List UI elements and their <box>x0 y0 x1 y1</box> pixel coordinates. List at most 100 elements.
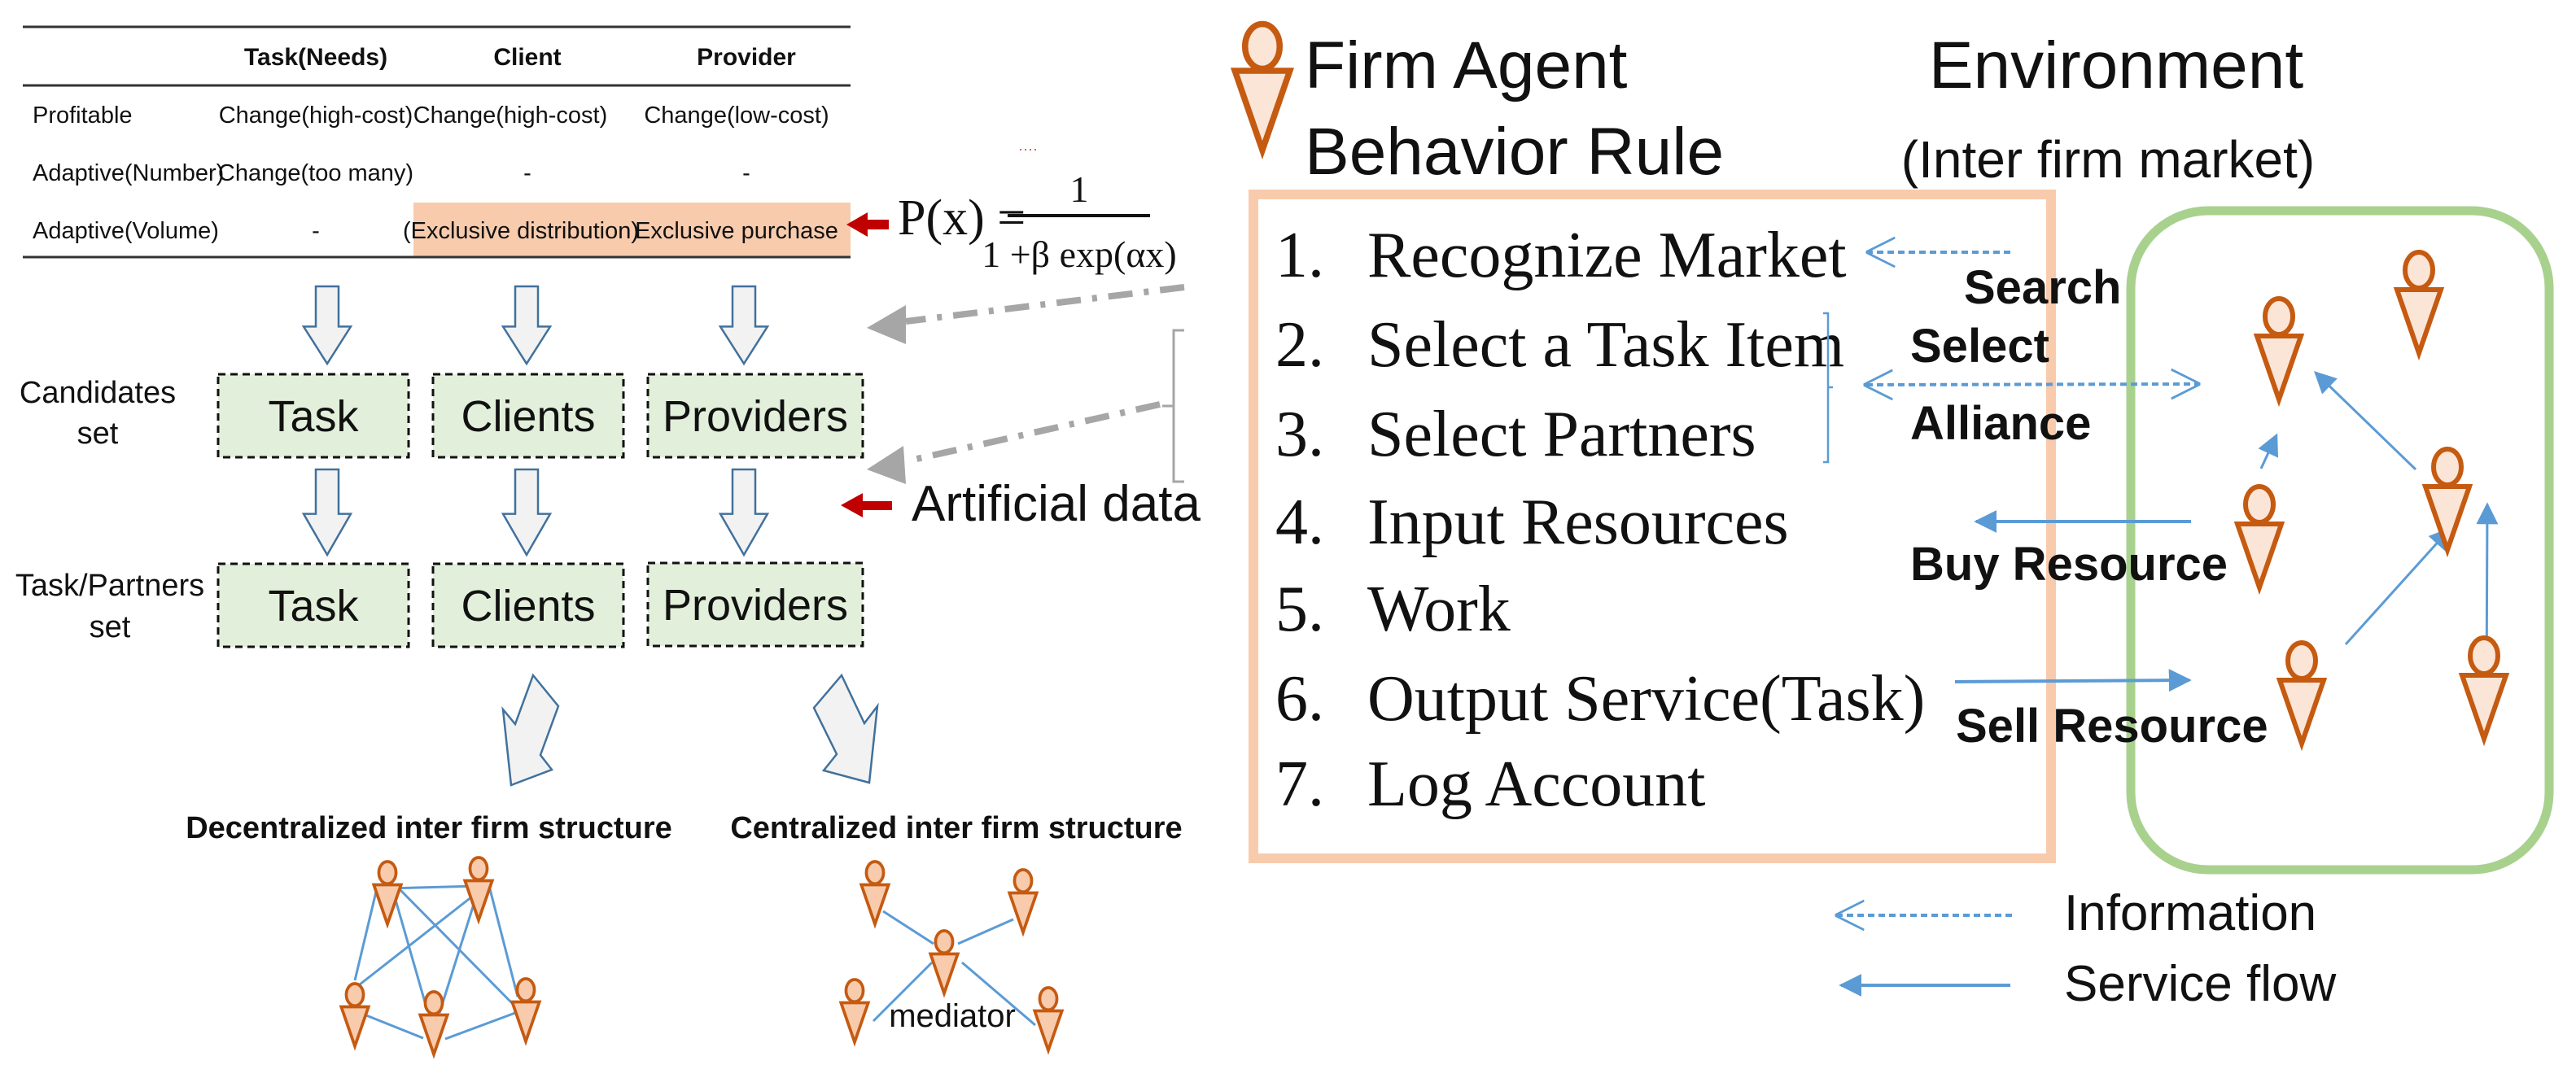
candidates-label-line2: set <box>77 417 119 451</box>
network-link <box>488 885 519 997</box>
diagonal-arrow-left-icon <box>501 673 560 787</box>
partners-clients-label: Clients <box>461 582 595 631</box>
rule-number: 2. <box>1275 309 1324 381</box>
market-link <box>2344 526 2451 646</box>
down-arrow-icon <box>501 285 553 366</box>
firm-agent-icon <box>2425 449 2469 550</box>
artificial-data-label: Artificial data <box>912 476 1201 532</box>
environment-flows <box>1866 252 2198 692</box>
firm-agent-icon <box>1235 24 1290 151</box>
formula-denominator: 1 +β exp(αx) <box>982 233 1177 275</box>
centralized-title: Centralized inter firm structure <box>730 811 1182 845</box>
rule-number: 1. <box>1275 220 1324 291</box>
table-cell: Change(high-cost) <box>219 103 413 129</box>
firm-agent-icon <box>859 860 890 926</box>
firm-agent-icon <box>510 977 541 1043</box>
rule-item: 5. Work <box>1275 574 1511 645</box>
action-select-line2: Alliance <box>1910 397 2091 450</box>
diagram-canvas: Task(Needs) Client Provider Profitable C… <box>15 0 2554 1056</box>
select-alliance-info-arrow <box>1866 384 2198 385</box>
legend-service-label: Service flow <box>2064 956 2336 1012</box>
table-cell: Change(high-cost) <box>413 103 608 129</box>
table-row: Adaptive(Number) Change(too many) - - <box>33 160 750 186</box>
firm-agent-icon <box>839 978 870 1044</box>
action-sell-resource: Sell Resource <box>1956 700 2268 753</box>
partners-label-line2: set <box>90 610 131 644</box>
partners-task-label: Task <box>268 582 359 631</box>
diagonal-arrow-right-icon <box>812 673 879 784</box>
table-cell: - <box>312 218 320 244</box>
formula-numerator: 1 <box>1070 168 1089 210</box>
logistic-formula: P(x) = 1 1 +β exp(αx) <box>898 149 1177 275</box>
decentralized-title: Decentralized inter firm structure <box>186 811 672 845</box>
network-link <box>391 888 429 1011</box>
rule-text: Output Service(Task) <box>1367 663 1925 735</box>
firm-agent-icon <box>2397 252 2441 353</box>
partners-set-row: Task/Partners set Task Clients Providers <box>15 561 864 648</box>
artificial-data-annotation: Artificial data <box>841 476 1201 532</box>
down-arrow-icon <box>501 468 553 557</box>
rule-text: Select a Task Item <box>1367 309 1844 381</box>
firm-agent-icon <box>372 860 403 926</box>
partners-providers-label: Providers <box>663 581 848 630</box>
action-search: Search <box>1964 261 2121 314</box>
firm-agent-icon <box>1033 986 1064 1052</box>
table-header-provider: Provider <box>697 44 796 71</box>
dashdot-line-upper <box>905 284 1185 325</box>
firm-agent-icon <box>2237 487 2281 587</box>
rule-text: Log Account <box>1367 748 1705 820</box>
rule-item: 6. Output Service(Task) <box>1275 663 1925 735</box>
rule-number: 6. <box>1275 663 1324 735</box>
firm-agent-icon <box>1008 868 1039 934</box>
network-link <box>957 918 1014 945</box>
environment-title: Environment <box>1929 28 2304 103</box>
firm-agent-icon <box>2280 643 2324 744</box>
dashdot-line-lower <box>905 401 1161 465</box>
behavior-rules-list: 1. Recognize Market 2. Select a Task Ite… <box>1275 220 1925 820</box>
candidates-task-label: Task <box>268 392 359 441</box>
dashdot-arrowhead-upper-icon <box>867 305 906 344</box>
firm-agent-icon <box>418 990 449 1056</box>
market-link <box>2258 433 2279 469</box>
firm-agent-icon <box>2257 299 2301 399</box>
candidates-clients-label: Clients <box>461 392 595 441</box>
rule-item: 3. Select Partners <box>1275 399 1756 470</box>
down-arrow-icon <box>718 468 770 557</box>
table-cell-highlighted: Exclusive purchase <box>635 218 838 244</box>
rule-item: 1. Recognize Market <box>1275 220 1847 291</box>
table-row: Profitable Change(high-cost) Change(high… <box>33 103 829 129</box>
network-link <box>353 888 378 981</box>
market-link <box>2314 371 2417 471</box>
red-arrow-formula-icon <box>846 212 889 237</box>
grey-dashdot-arrows <box>867 284 1185 484</box>
network-link <box>438 896 478 1014</box>
network-link <box>882 910 934 945</box>
criteria-table: Task(Needs) Client Provider Profitable C… <box>23 25 851 259</box>
row-label: Profitable <box>33 103 133 129</box>
rule-number: 7. <box>1275 748 1324 820</box>
row-label: Adaptive(Number) <box>33 160 224 186</box>
centralized-network: mediator <box>839 860 1064 1052</box>
rule-number: 3. <box>1275 399 1324 470</box>
firm-agent-icon <box>339 982 370 1048</box>
rule-text: Select Partners <box>1367 399 1756 470</box>
rule-text: Input Resources <box>1367 487 1789 558</box>
rule-text: Recognize Market <box>1367 220 1847 291</box>
candidates-set-row: Candidates set Task Clients Providers <box>20 373 864 459</box>
behavior-title-line1: Firm Agent <box>1305 28 1628 103</box>
environment-agents <box>2237 252 2506 744</box>
table-cell-highlighted: (Exclusive distribution) <box>403 218 639 244</box>
rule-item: 7. Log Account <box>1275 748 1705 820</box>
firm-agent-header: Firm Agent Behavior Rule <box>1235 24 1724 189</box>
legend: Information Service flow <box>1838 885 2336 1012</box>
rule-item: 2. Select a Task Item <box>1275 309 1844 381</box>
behavior-title-line2: Behavior Rule <box>1305 115 1724 189</box>
grey-bracket <box>1162 329 1184 483</box>
candidates-providers-label: Providers <box>663 392 848 441</box>
row-label: Adaptive(Volume) <box>33 218 219 244</box>
table-header-client: Client <box>493 44 561 71</box>
table-cell: - <box>742 160 750 186</box>
down-arrow-icon <box>301 468 353 557</box>
rule-text: Work <box>1367 574 1511 645</box>
sell-resource-flow-arrow <box>1954 669 2192 692</box>
